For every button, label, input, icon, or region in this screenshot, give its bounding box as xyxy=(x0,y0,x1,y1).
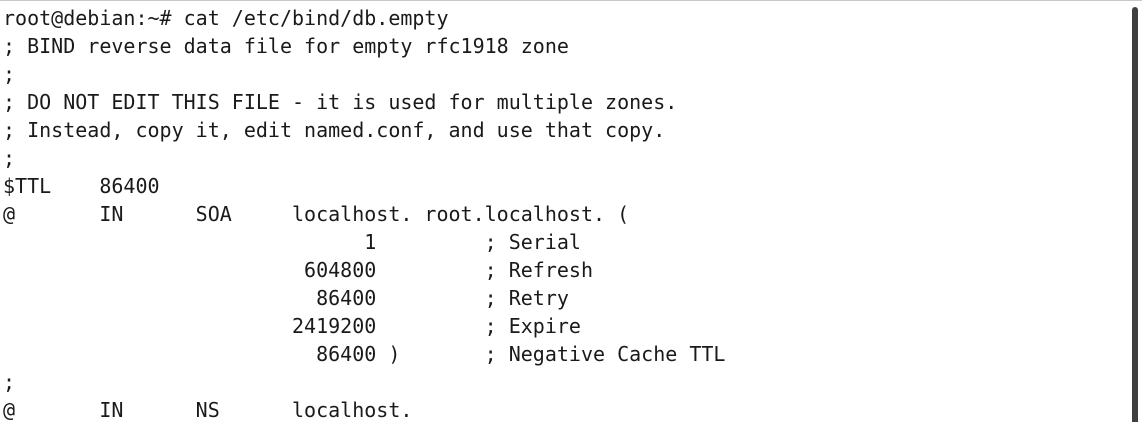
terminal-output[interactable]: root@debian:~# cat /etc/bind/db.empty ; … xyxy=(3,4,1122,422)
terminal-command-line: root@debian:~# cat /etc/bind/db.empty xyxy=(3,6,449,30)
terminal-output-line: ; xyxy=(3,146,16,170)
vertical-scrollbar[interactable] xyxy=(1126,1,1142,422)
terminal-output-line: 1 ; Serial xyxy=(3,230,581,254)
terminal-output-line: ; Instead, copy it, edit named.conf, and… xyxy=(3,118,666,142)
terminal-output-line: ; xyxy=(3,370,16,394)
terminal-output-line: @ IN NS localhost. xyxy=(3,398,413,422)
terminal-output-line: 86400 ) ; Negative Cache TTL xyxy=(3,342,726,366)
terminal-output-line: ; BIND reverse data file for empty rfc19… xyxy=(3,34,569,58)
terminal-output-line: @ IN SOA localhost. root.localhost. ( xyxy=(3,202,630,226)
terminal-output-line: ; xyxy=(3,62,16,86)
terminal-output-line: ; DO NOT EDIT THIS FILE - it is used for… xyxy=(3,90,678,114)
terminal-window[interactable]: root@debian:~# cat /etc/bind/db.empty ; … xyxy=(0,0,1142,422)
terminal-output-line: 604800 ; Refresh xyxy=(3,258,594,282)
scrollbar-thumb[interactable] xyxy=(1132,7,1138,422)
terminal-output-line: 2419200 ; Expire xyxy=(3,314,581,338)
terminal-output-line: 86400 ; Retry xyxy=(3,286,569,310)
terminal-output-line: $TTL 86400 xyxy=(3,174,160,198)
